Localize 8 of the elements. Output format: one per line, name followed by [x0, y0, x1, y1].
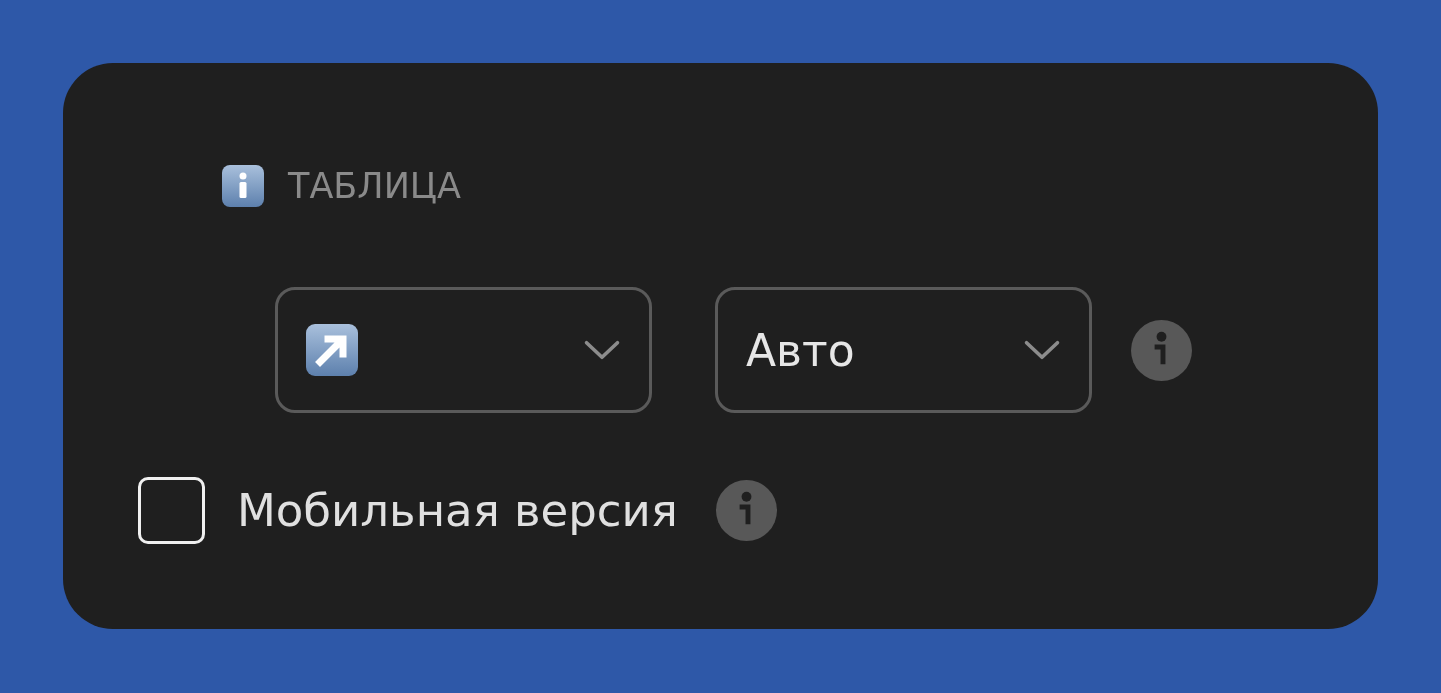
checkbox[interactable] — [138, 477, 205, 544]
dropdown[interactable]: Авто — [715, 287, 1092, 413]
info-icon — [222, 165, 264, 207]
chevron-down-icon — [1023, 340, 1061, 360]
chevron-down-icon — [583, 340, 621, 360]
section-title: ТАБЛИЦА — [288, 166, 461, 206]
dropdown[interactable] — [275, 287, 652, 413]
checkbox-label: Мобильная версия — [237, 484, 678, 537]
